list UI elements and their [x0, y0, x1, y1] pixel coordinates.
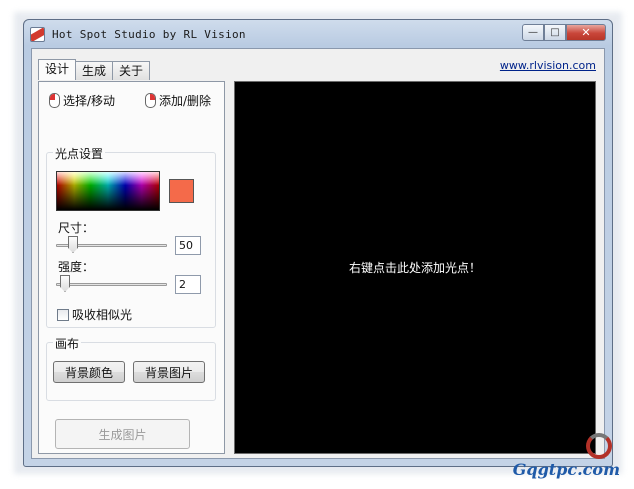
selected-color-swatch[interactable] — [169, 179, 194, 203]
intensity-slider-track — [56, 283, 167, 286]
close-button[interactable]: ✕ — [566, 24, 606, 41]
select-move-label: 选择/移动 — [63, 94, 116, 108]
design-panel: 选择/移动 添加/删除 光点设置 尺寸： 50 强度： 2 吸收相似光 画布 背… — [38, 81, 225, 454]
color-spectrum-picker[interactable] — [56, 171, 160, 211]
size-label: 尺寸： — [58, 221, 95, 235]
canvas-group-label: 画布 — [53, 335, 82, 352]
hotspot-settings-group: 光点设置 尺寸： 50 强度： 2 吸收相似光 — [46, 145, 216, 328]
maximize-button[interactable]: □ — [544, 24, 566, 41]
tab-about[interactable]: 关于 — [112, 61, 151, 80]
watermark-ring-icon — [586, 433, 612, 459]
canvas-hint-text: 右键点击此处添加光点！ — [348, 261, 481, 275]
hotspot-settings-label: 光点设置 — [53, 145, 106, 162]
canvas-group: 画布 背景颜色 背景图片 — [46, 335, 216, 401]
website-link[interactable]: www.rlvision.com — [500, 59, 596, 72]
add-delete-tool[interactable]: 添加/删除 — [145, 92, 211, 109]
watermark-logo: Gqgtpc.com — [512, 460, 620, 479]
left-mouse-icon — [49, 93, 60, 108]
client-area: 设计 生成 关于 www.rlvision.com 选择/移动 添加/删除 光点… — [31, 48, 605, 459]
intensity-slider-thumb[interactable] — [60, 275, 70, 292]
background-image-button[interactable]: 背景图片 — [133, 361, 205, 383]
window-controls: — □ ✕ — [522, 24, 606, 41]
tab-generate[interactable]: 生成 — [75, 61, 114, 80]
size-slider[interactable] — [56, 235, 167, 257]
intensity-label: 强度： — [58, 260, 95, 274]
app-icon — [30, 27, 45, 42]
right-mouse-icon — [145, 93, 156, 108]
background-color-button[interactable]: 背景颜色 — [53, 361, 125, 383]
absorb-similar-label: 吸收相似光 — [72, 308, 133, 322]
app-window: Hot Spot Studio by RL Vision — □ ✕ 设计 生成… — [23, 19, 613, 467]
size-slider-thumb[interactable] — [68, 236, 78, 253]
tab-strip: 设计 生成 关于 — [38, 59, 151, 80]
add-delete-label: 添加/删除 — [159, 94, 212, 108]
minimize-button[interactable]: — — [522, 24, 544, 41]
title-bar[interactable]: Hot Spot Studio by RL Vision — □ ✕ — [24, 20, 612, 48]
intensity-slider[interactable] — [56, 274, 167, 296]
tab-design[interactable]: 设计 — [38, 59, 77, 80]
size-value-field[interactable]: 50 — [175, 236, 201, 255]
generate-image-button[interactable]: 生成图片 — [55, 419, 190, 449]
hotspot-canvas[interactable]: 右键点击此处添加光点！ — [234, 81, 596, 454]
absorb-similar-row[interactable]: 吸收相似光 — [57, 306, 132, 323]
absorb-similar-checkbox[interactable] — [57, 308, 69, 321]
intensity-value-field[interactable]: 2 — [175, 275, 201, 294]
window-title: Hot Spot Studio by RL Vision — [52, 28, 246, 41]
select-move-tool[interactable]: 选择/移动 — [49, 92, 115, 109]
